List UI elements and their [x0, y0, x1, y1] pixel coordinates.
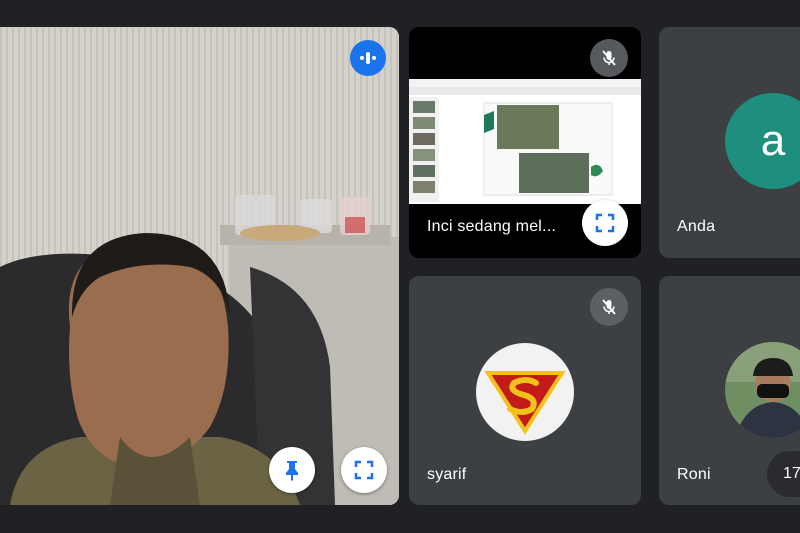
fullscreen-icon	[595, 213, 615, 233]
pin-icon	[286, 461, 298, 481]
more-participants-badge[interactable]: 17	[767, 451, 800, 497]
fullscreen-button[interactable]	[341, 447, 387, 493]
pin-button[interactable]	[269, 447, 315, 493]
presentation-fullscreen-button[interactable]	[582, 200, 628, 246]
avatar-letter: a	[760, 116, 786, 165]
more-participants-count: 17	[783, 465, 800, 482]
mic-off-icon	[602, 299, 616, 315]
speaking-indicator	[350, 40, 386, 76]
main-video-tile[interactable]	[0, 27, 399, 505]
participant-tile-syarif[interactable]: syarif	[409, 276, 641, 505]
presentation-tile[interactable]: Inci sedang mel...	[409, 27, 641, 258]
participant-name: Roni	[677, 466, 711, 483]
avatar	[725, 342, 800, 438]
avatar	[476, 343, 574, 441]
participant-tile-anda[interactable]: a Anda	[659, 27, 800, 258]
participant-tile-roni[interactable]: Roni 17	[659, 276, 800, 505]
participant-name: Anda	[677, 218, 716, 235]
mic-off-icon	[602, 50, 616, 66]
speaking-indicator-icon	[360, 52, 376, 64]
fullscreen-icon	[354, 460, 374, 480]
presenter-mic-off	[590, 39, 628, 77]
main-video-feed	[0, 27, 399, 505]
presenter-name: Inci sedang mel...	[427, 218, 556, 235]
participant-name: syarif	[427, 466, 467, 483]
syarif-mic-off	[590, 288, 628, 326]
avatar: a	[725, 93, 800, 189]
